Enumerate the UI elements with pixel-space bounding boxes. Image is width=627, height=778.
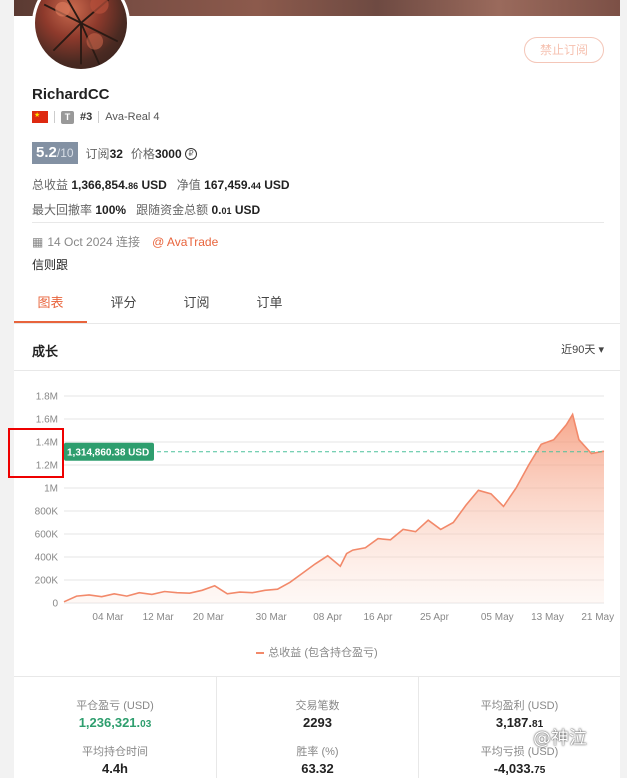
server-name: Ava-Real 4 [105, 111, 160, 123]
growth-section-header: 成长 近90天 ▾ [14, 325, 620, 371]
win-rate-value: 63.32 [301, 761, 334, 776]
equity-value: 167,459.44 USD [204, 178, 290, 192]
x-tick-label: 20 Mar [193, 612, 225, 623]
profit-equity-row: 总收益 1,366,854.86 USD 净值 167,459.44 USD [32, 176, 290, 193]
trader-profile-card: 禁止订阅 RichardCC ★ T #3 Ava-Real 4 5.2/10 … [14, 0, 620, 778]
max-drawdown-label: 最大回撤率 [32, 203, 93, 217]
max-drawdown-value: 100% [95, 203, 127, 217]
rank: #3 [80, 111, 93, 123]
avg-hold-time-label: 平均持仓时间 [82, 746, 148, 758]
meta-row: ★ T #3 Ava-Real 4 [32, 110, 159, 124]
y-tick-label: 200K [35, 576, 59, 587]
subs-label: 订阅 [85, 146, 110, 161]
follow-funds-value: 0.01 USD [211, 203, 261, 217]
series-area [64, 414, 604, 603]
divider [98, 111, 100, 123]
x-tick-label: 25 Apr [420, 612, 450, 623]
tier-badge: T [61, 110, 74, 124]
legend-label: 总收益 (包含持仓盈亏) [268, 647, 378, 659]
y-tick-label: 1.6M [36, 415, 58, 426]
y-tick-label: 400K [35, 553, 59, 564]
x-tick-label: 04 Mar [92, 612, 124, 623]
score-row: 5.2/10 订阅32 价格3000 ₽ [32, 142, 197, 164]
closed-pnl-value: 1,236,321.03 [78, 715, 152, 730]
tab-rating[interactable]: 评分 [87, 286, 160, 323]
tab-subscribe[interactable]: 订阅 [160, 286, 233, 323]
highlight-annotation-box [8, 428, 64, 478]
y-tick-label: 600K [35, 530, 59, 541]
follow-funds-label: 跟随资金总额 [136, 203, 209, 217]
coin-icon: ₽ [184, 148, 197, 161]
growth-chart[interactable]: 0200K400K600K800K1M1.2M1.4M1.6M1.8M 04 M… [14, 380, 620, 670]
score-value: 5.2 [36, 144, 57, 161]
stat-column: 平仓盈亏 (USD) 1,236,321.03 平均持仓时间 4.4h [14, 677, 216, 778]
trade-count-value: 2293 [303, 715, 332, 730]
avatar[interactable] [32, 0, 130, 72]
y-tick-label: 800K [35, 507, 59, 518]
value-marker-label: 1,314,860.38 USD [67, 447, 149, 458]
stat-column: 交易笔数 2293 胜率 (%) 63.32 [216, 677, 418, 778]
legend-swatch [256, 652, 265, 655]
equity-label: 净值 [176, 178, 201, 192]
trader-name: RichardCC [32, 86, 110, 103]
y-tick-label: 1M [44, 484, 58, 495]
tab-chart[interactable]: 图表 [14, 286, 87, 323]
price-value: 3000 [154, 146, 182, 161]
avg-profit-label: 平均盈利 (USD) [480, 700, 559, 712]
x-tick-label: 21 May [581, 612, 614, 623]
avg-loss-value: -4,033.75 [493, 761, 546, 776]
score-max: /10 [56, 146, 74, 160]
win-rate-label: 胜率 (%) [296, 746, 339, 758]
chart-legend[interactable]: 总收益 (包含持仓盈亏) [14, 644, 620, 660]
x-tick-label: 08 Apr [313, 612, 343, 623]
avg-loss-label: 平均亏损 (USD) [480, 746, 559, 758]
stat-column: 平均盈利 (USD) 3,187.81 平均亏损 (USD) -4,033.75 [418, 677, 620, 778]
ban-subscribe-button[interactable]: 禁止订阅 [524, 37, 604, 63]
china-flag-icon: ★ [32, 111, 48, 123]
closed-pnl-label: 平仓盈亏 (USD) [76, 700, 154, 712]
avg-profit-value: 3,187.81 [495, 715, 544, 730]
trade-count-label: 交易笔数 [295, 700, 340, 712]
watermark: @神泣 [533, 728, 587, 749]
x-tick-label: 12 Mar [143, 612, 175, 623]
connection-row: ▦ 14 Oct 2024 连接 @ AvaTrade [32, 233, 218, 250]
summary-stats: 平仓盈亏 (USD) 1,236,321.03 平均持仓时间 4.4h 交易笔数… [14, 676, 620, 778]
broker-link[interactable]: @ AvaTrade [152, 235, 218, 249]
x-tick-label: 16 Apr [363, 612, 393, 623]
price-label: 价格 [130, 146, 155, 161]
tab-bar: 图表 评分 订阅 订单 [14, 286, 620, 324]
total-profit-label: 总收益 [32, 178, 69, 192]
x-tick-label: 05 May [481, 612, 514, 623]
x-tick-label: 30 Mar [256, 612, 288, 623]
connection-date: 14 Oct 2024 连接 [47, 235, 141, 249]
y-tick-label: 0 [52, 599, 58, 610]
section-title: 成长 [32, 344, 59, 359]
tab-orders[interactable]: 订单 [233, 286, 306, 323]
divider [32, 222, 604, 223]
score-badge: 5.2/10 [32, 142, 78, 164]
drawdown-follow-row: 最大回撤率 100% 跟随资金总额 0.01 USD [32, 201, 260, 218]
x-tick-label: 13 May [531, 612, 564, 623]
calendar-icon: ▦ [32, 234, 44, 249]
total-profit-value: 1,366,854.86 USD [71, 178, 167, 192]
avg-hold-time-value: 4.4h [101, 761, 128, 776]
subs-value: 32 [109, 146, 123, 161]
divider [54, 111, 55, 123]
y-tick-label: 1.8M [36, 392, 58, 403]
range-dropdown[interactable]: 近90天 ▾ [561, 341, 604, 357]
strategy-description: 信则跟 [32, 258, 69, 272]
